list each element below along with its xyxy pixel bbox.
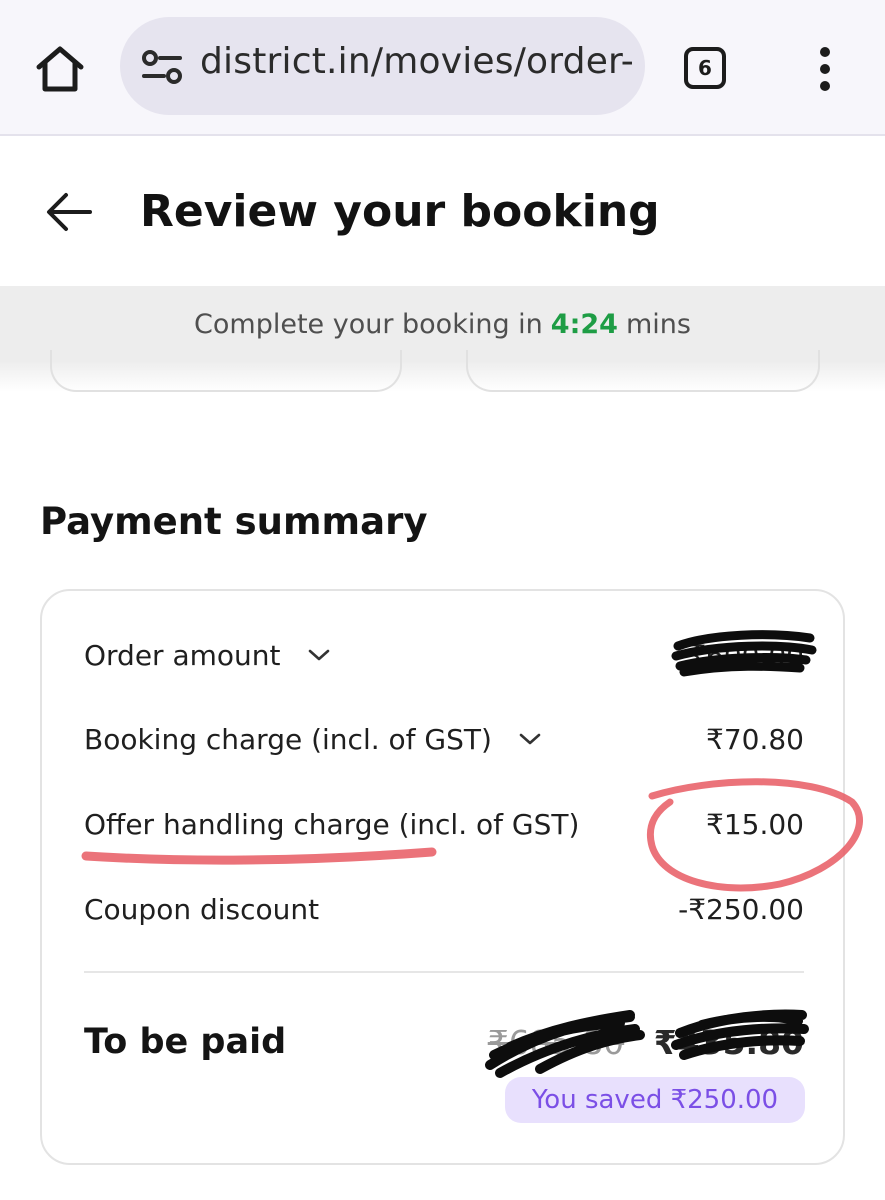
home-icon[interactable] (34, 44, 86, 94)
browser-toolbar: district.in/movies/order- 6 (0, 0, 885, 136)
row-label: Booking charge (incl. of GST) (84, 722, 492, 756)
booking-charge-value: ₹70.80 (706, 722, 804, 756)
booking-charge-row[interactable]: Booking charge (incl. of GST) ₹70.80 (84, 717, 804, 761)
order-amount-value: ₹600.00 (688, 638, 804, 672)
page-title: Review your booking (140, 186, 660, 237)
summary-divider (84, 971, 804, 973)
offer-handling-charge-value: ₹15.00 (706, 807, 804, 841)
payment-summary-card: Order amount ₹600.00 Booking charge (inc… (40, 589, 845, 1165)
total-row: To be paid ₹685.80 ₹435.80 (84, 1017, 804, 1067)
chevron-down-icon[interactable] (518, 732, 542, 746)
url-text[interactable]: district.in/movies/order- (200, 41, 634, 82)
coupon-discount-value: -₹250.00 (678, 892, 804, 926)
order-amount-row[interactable]: Order amount ₹600.00 (84, 633, 804, 677)
more-vert-icon[interactable] (808, 44, 842, 94)
payable-total-amount: ₹435.80 (653, 1022, 804, 1062)
timer-countdown: 4:24 (550, 308, 618, 340)
partial-card-right (466, 350, 820, 392)
payment-summary-title: Payment summary (40, 500, 428, 543)
original-total-amount: ₹685.80 (487, 1022, 625, 1062)
tab-switcher-button[interactable]: 6 (684, 47, 726, 89)
tune-icon[interactable] (140, 49, 184, 85)
tab-count: 6 (698, 56, 712, 80)
savings-badge: You saved ₹250.00 (505, 1077, 805, 1123)
address-bar[interactable]: district.in/movies/order- (120, 17, 645, 115)
coupon-discount-label: Coupon discount (84, 892, 320, 926)
offer-handling-charge-label: Offer handling charge (incl. of GST) (84, 807, 580, 841)
total-label: To be paid (84, 1022, 287, 1062)
partial-card-left (50, 350, 402, 392)
page-header: Review your booking (0, 138, 885, 286)
chevron-down-icon[interactable] (307, 648, 331, 662)
booking-charge-label: Booking charge (incl. of GST) (84, 723, 542, 756)
savings-badge-text: You saved ₹250.00 (531, 1085, 779, 1115)
timer-prefix: Complete your booking in (194, 308, 543, 340)
offer-handling-charge-row: Offer handling charge (incl. of GST) ₹15… (84, 802, 804, 846)
timer-suffix: mins (625, 308, 691, 340)
coupon-discount-row: Coupon discount -₹250.00 (84, 887, 804, 931)
arrow-left-icon[interactable] (44, 190, 94, 234)
total-amount: ₹685.80 ₹435.80 (488, 1023, 804, 1062)
order-amount-label: Order amount (84, 639, 331, 672)
row-label: Order amount (84, 638, 281, 672)
